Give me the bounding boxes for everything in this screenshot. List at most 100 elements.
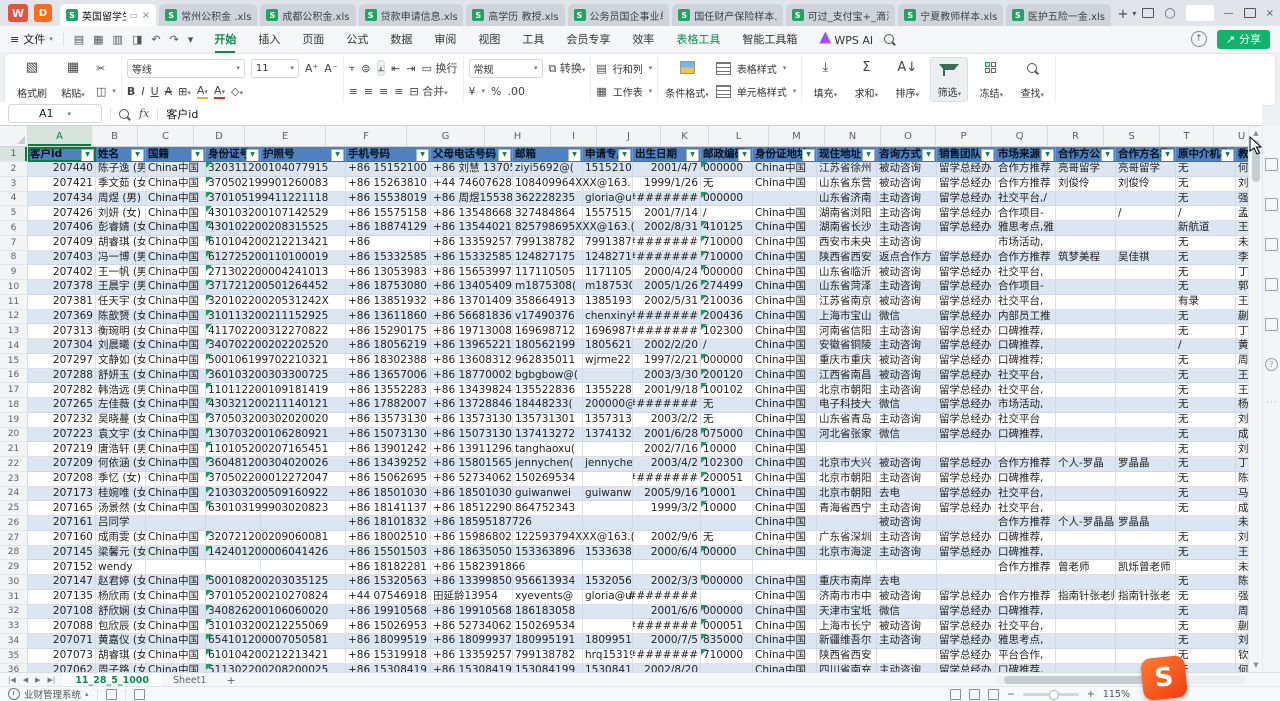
- cell[interactable]: 310113200211152925: [206, 310, 261, 325]
- cell[interactable]: 207402: [28, 265, 96, 280]
- menu-item-审阅[interactable]: 审阅: [423, 28, 467, 50]
- cell[interactable]: 桂婉唯 (女: [96, 487, 146, 502]
- cell[interactable]: 何雨涛: [1236, 664, 1248, 673]
- menu-item-数据[interactable]: 数据: [379, 28, 423, 50]
- cell[interactable]: [1116, 265, 1176, 280]
- cell[interactable]: m1875308(: [583, 280, 633, 295]
- cell[interactable]: 筑梦美程: [1056, 251, 1116, 266]
- cell[interactable]: China中国: [146, 236, 206, 251]
- cell[interactable]: [1116, 398, 1176, 413]
- cell[interactable]: [1176, 560, 1236, 575]
- cell[interactable]: [206, 560, 261, 575]
- cell[interactable]: 刘紫馨: [1236, 634, 1248, 649]
- cell[interactable]: 207369: [28, 310, 96, 325]
- cell[interactable]: 100102: [701, 383, 753, 398]
- cell[interactable]: +86 1335925706: [431, 236, 513, 251]
- cell[interactable]: 合作方推荐: [996, 251, 1056, 266]
- cell[interactable]: 210036: [701, 295, 753, 310]
- cell[interactable]: 310103200212255069: [206, 619, 261, 634]
- cell[interactable]: jennychen(: [583, 457, 633, 472]
- cell[interactable]: [701, 664, 753, 673]
- cell[interactable]: China中国: [753, 649, 817, 664]
- cell[interactable]: China中国: [753, 546, 817, 561]
- resources-icon[interactable]: [1265, 318, 1278, 331]
- cell[interactable]: 湖南省长沙: [817, 221, 877, 236]
- column-header-cell[interactable]: 国籍▼: [146, 147, 206, 162]
- cell[interactable]: 曾老师: [1056, 560, 1116, 575]
- cell[interactable]: 天津市宝坻: [817, 605, 877, 620]
- cell[interactable]: [877, 560, 937, 575]
- search-icon[interactable]: [884, 34, 894, 44]
- cell[interactable]: 梁馨元 (女: [96, 546, 146, 561]
- cell[interactable]: +86 56681836: [431, 310, 513, 325]
- row-number[interactable]: 29: [0, 560, 28, 575]
- cell[interactable]: 2000/4/24: [633, 265, 701, 280]
- cell[interactable]: +86 1396522100: [431, 339, 513, 354]
- cell[interactable]: 文静如 (女: [96, 354, 146, 369]
- cell[interactable]: 江苏省南京: [817, 295, 877, 310]
- layout-switch-icon[interactable]: [1142, 8, 1154, 18]
- cell[interactable]: 1997/2/21: [633, 354, 701, 369]
- cell[interactable]: 留学总经办: [937, 649, 996, 664]
- tools-icon[interactable]: [1265, 238, 1278, 251]
- record-icon[interactable]: [106, 689, 117, 700]
- cell[interactable]: 丁利利: [1236, 324, 1248, 339]
- print-preview-icon[interactable]: ◨: [132, 33, 142, 46]
- cell[interactable]: China中国: [146, 162, 206, 177]
- cell[interactable]: 江苏省徐州: [817, 162, 877, 177]
- cell[interactable]: 丁利利: [1236, 265, 1248, 280]
- zoom-slider[interactable]: [1023, 693, 1079, 696]
- cell[interactable]: +86 18141137: [346, 501, 431, 516]
- filter-dropdown-button[interactable]: ▼: [686, 149, 699, 162]
- cell[interactable]: +86 18501030: [346, 487, 431, 502]
- row-number[interactable]: 16: [0, 369, 28, 384]
- cell[interactable]: 无: [1176, 310, 1236, 325]
- cell[interactable]: +86 13851932: [346, 295, 431, 310]
- cell[interactable]: China中国: [146, 383, 206, 398]
- cell[interactable]: [633, 560, 701, 575]
- cell[interactable]: [1056, 413, 1116, 428]
- cell[interactable]: +86 18101832: [346, 516, 431, 531]
- cell[interactable]: 合作项目-: [996, 280, 1056, 295]
- cell[interactable]: [996, 575, 1056, 590]
- cell[interactable]: xyevents@: [513, 590, 583, 605]
- row-number[interactable]: 12: [0, 310, 28, 325]
- cell[interactable]: +86 15290175: [346, 324, 431, 339]
- column-header-cell[interactable]: 咨询方式▼: [877, 147, 937, 162]
- cell[interactable]: 赵君婷 (女: [96, 575, 146, 590]
- cell[interactable]: ########: [633, 251, 701, 266]
- cell[interactable]: 微信: [877, 398, 937, 413]
- cell[interactable]: +86 1582391866: [431, 560, 513, 575]
- cell[interactable]: +86 1809993716: [431, 634, 513, 649]
- cell[interactable]: 130703200106280921: [206, 428, 261, 443]
- cell[interactable]: +86 1357313016: [431, 413, 513, 428]
- cell[interactable]: 口碑推荐,: [996, 531, 1056, 546]
- column-header-cell[interactable]: 出生日期▼: [633, 147, 701, 162]
- cell[interactable]: 207406: [28, 221, 96, 236]
- cell[interactable]: 1999/3/2: [633, 501, 701, 516]
- cell[interactable]: 刘佳: [1236, 442, 1248, 457]
- cell[interactable]: 274499: [701, 280, 753, 295]
- cell[interactable]: 无: [1176, 649, 1236, 664]
- clear-format-button[interactable]: ◇▾: [231, 85, 243, 98]
- justify-button[interactable]: ≡: [394, 85, 403, 98]
- column-header-cell[interactable]: 护照号▼: [261, 147, 346, 162]
- percent-button[interactable]: %: [491, 85, 501, 98]
- cell[interactable]: +86 18874129: [346, 221, 431, 236]
- globe-icon[interactable]: ◯: [1164, 8, 1175, 19]
- cell[interactable]: ########: [633, 192, 701, 207]
- file-menu[interactable]: ≡文件▾: [0, 31, 63, 47]
- cell[interactable]: 864752343: [513, 501, 583, 516]
- menu-item-效率[interactable]: 效率: [621, 28, 665, 50]
- cell[interactable]: 2003/2/2: [633, 413, 701, 428]
- column-letter-J[interactable]: J: [597, 126, 661, 146]
- cell[interactable]: 丁利利: [1236, 457, 1248, 472]
- cell[interactable]: ########: [633, 398, 701, 413]
- cell[interactable]: 150269534: [513, 472, 583, 487]
- cell[interactable]: 上海市宝山: [817, 310, 877, 325]
- row-number[interactable]: 20: [0, 428, 28, 443]
- cell[interactable]: 无: [1176, 383, 1236, 398]
- cell[interactable]: 留学总经办: [937, 324, 996, 339]
- cell[interactable]: 社交平台,: [996, 501, 1056, 516]
- filter-button[interactable]: 筛选▾: [930, 57, 968, 102]
